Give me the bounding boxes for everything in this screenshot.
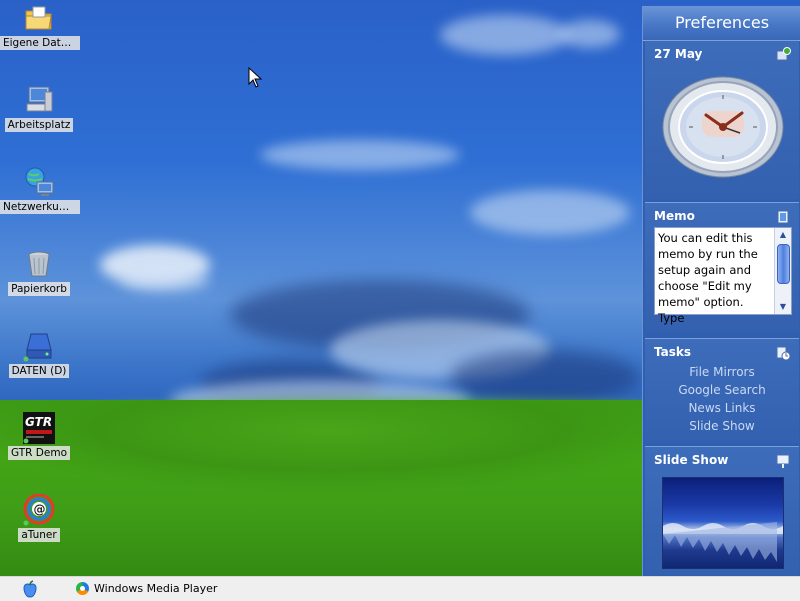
desktop-icon-papierkorb[interactable]: Papierkorb (0, 248, 78, 299)
desktop-icon-label: GTR Demo (7, 446, 70, 460)
desktop-icon-label: Netzwerkum... (0, 200, 80, 214)
mouse-cursor-icon (248, 66, 263, 92)
clock-tile[interactable]: 27 May (645, 40, 799, 199)
taskbar: Windows Media Player (0, 576, 800, 601)
gtr-logo-icon: GTR (23, 412, 55, 444)
memo-tile: Memo You can edit this memo by run the s… (645, 202, 799, 333)
memo-scrollbar[interactable]: ▲ ▼ (774, 228, 791, 314)
tasks-title: Tasks (654, 345, 692, 359)
desktop-icon-label: Papierkorb (8, 282, 70, 296)
task-link-google-search[interactable]: Google Search (645, 381, 799, 399)
analog-clock-icon (662, 75, 784, 179)
recycle-bin-icon (23, 248, 55, 280)
task-link-file-mirrors[interactable]: File Mirrors (645, 363, 799, 381)
desktop-icon-eigene-dateien[interactable]: Eigene Dateien (0, 2, 80, 53)
folder-icon (23, 2, 55, 34)
desktop-icon-daten[interactable]: DATEN (D) (0, 330, 78, 381)
apple-icon[interactable] (22, 580, 38, 598)
task-link-news-links[interactable]: News Links (645, 399, 799, 417)
desktop-icon-netzwerk[interactable]: Netzwerkum... (0, 166, 80, 217)
memo-title: Memo (654, 209, 695, 223)
memo-text: You can edit this memo by run the setup … (658, 231, 758, 325)
media-player-icon (76, 581, 89, 595)
tasks-settings-icon[interactable] (775, 345, 791, 361)
desktop-icon-label: Arbeitsplatz (4, 118, 74, 132)
computer-icon (23, 84, 55, 116)
memo-textarea[interactable]: You can edit this memo by run the setup … (654, 227, 792, 325)
network-icon (23, 166, 55, 198)
taskbar-item-media-player[interactable]: Windows Media Player (76, 580, 217, 598)
taskbar-item-label: Windows Media Player (94, 582, 218, 595)
desktop-icon-label: aTuner (18, 528, 60, 542)
slideshow-title: Slide Show (654, 453, 729, 467)
desktop-icon-label: DATEN (D) (8, 364, 70, 378)
clock-settings-icon[interactable] (775, 47, 791, 61)
svg-text:GTR: GTR (25, 415, 52, 429)
desktop-icon-gtr-demo[interactable]: GTR GTR Demo (0, 412, 78, 463)
sidebar-title[interactable]: Preferences (643, 6, 800, 41)
task-link-slide-show[interactable]: Slide Show (645, 417, 799, 435)
desktop-icon-atuner[interactable]: @ aTuner (0, 493, 78, 545)
date-label: 27 May (654, 47, 703, 61)
atuner-icon: @ (23, 493, 55, 526)
sidebar-panel: Preferences 27 May Memo You can edit thi… (642, 6, 800, 576)
desktop-icon-arbeitsplatz[interactable]: Arbeitsplatz (0, 84, 78, 135)
slideshow-settings-icon[interactable] (775, 453, 790, 468)
slideshow-tile: Slide Show (645, 446, 799, 575)
drive-icon (23, 330, 55, 362)
scroll-up-icon[interactable]: ▲ (775, 228, 791, 242)
memo-edit-icon[interactable] (775, 209, 789, 224)
slideshow-image[interactable] (662, 477, 784, 569)
scroll-down-icon[interactable]: ▼ (775, 300, 791, 314)
tasks-tile: Tasks File Mirrors Google Search News Li… (645, 338, 799, 443)
desktop-icon-label: Eigene Dateien (0, 36, 80, 50)
scrollbar-thumb[interactable] (777, 244, 790, 284)
svg-text:@: @ (34, 503, 46, 517)
